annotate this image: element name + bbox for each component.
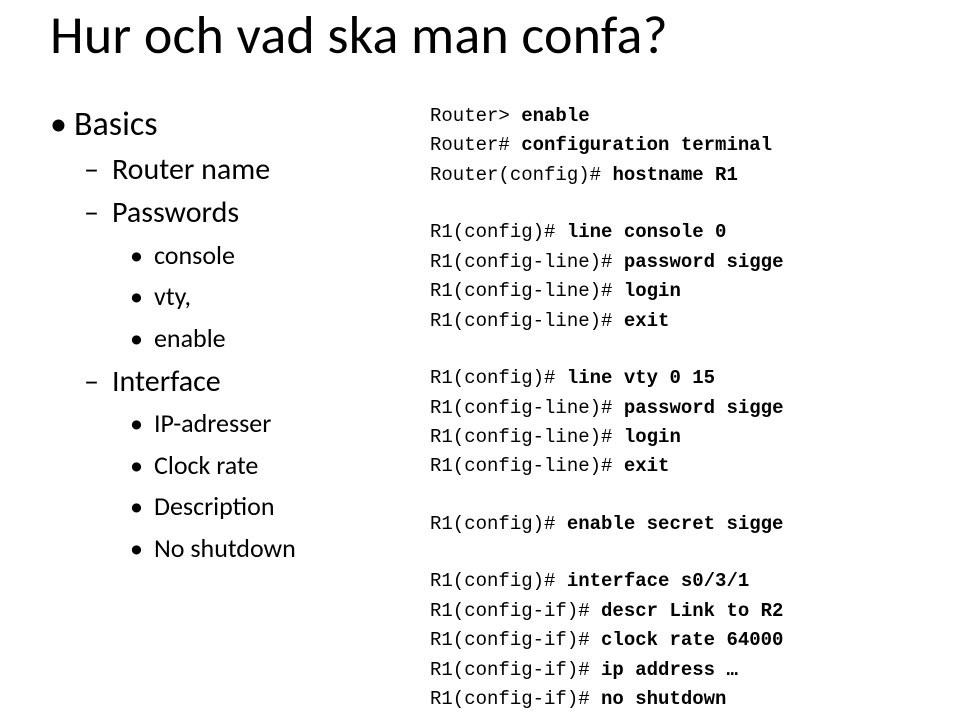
terminal-command: password sigge (624, 397, 784, 419)
terminal-block: R1(config)# interface s0/3/1 R1(config-i… (430, 567, 942, 714)
bullet-l3: console (50, 235, 420, 277)
terminal-command: interface s0/3/1 (567, 570, 749, 592)
terminal-prompt: R1(config-line)# (430, 310, 624, 332)
bullet-l2: Passwords (50, 191, 420, 235)
bullet-l3: Description (50, 486, 420, 528)
terminal-prompt: R1(config-if)# (430, 688, 601, 710)
terminal-prompt: Router> (430, 105, 521, 127)
terminal-command: line vty 0 15 (567, 367, 715, 389)
terminal-command: hostname R1 (612, 164, 737, 186)
content-columns: Basics Router name Passwords console vty… (50, 102, 942, 714)
bullet-l2: Router name (50, 148, 420, 192)
bullet-l3: vty, (50, 276, 420, 318)
terminal-block: Router> enable Router# configuration ter… (430, 102, 942, 190)
bullet-l3: No shutdown (50, 528, 420, 570)
terminal-prompt: R1(config)# (430, 570, 567, 592)
terminal-block: R1(config)# line vty 0 15 R1(config-line… (430, 364, 942, 482)
slide: Hur och vad ska man confa? Basics Router… (0, 0, 960, 718)
terminal-prompt: R1(config-if)# (430, 629, 601, 651)
terminal-command: exit (624, 455, 670, 477)
terminal-block: R1(config)# line console 0 R1(config-lin… (430, 218, 942, 336)
terminal-command: enable secret sigge (567, 513, 784, 535)
terminal-command: enable (521, 105, 589, 127)
terminal-command: login (624, 280, 681, 302)
terminal-prompt: R1(config-line)# (430, 397, 624, 419)
terminal-command: password sigge (624, 251, 784, 273)
terminal-prompt: R1(config-line)# (430, 280, 624, 302)
terminal-command: clock rate 64000 (601, 629, 783, 651)
terminal-command: configuration terminal (521, 134, 772, 156)
terminal-prompt: R1(config-line)# (430, 455, 624, 477)
bullet-l2: Interface (50, 360, 420, 404)
bullet-l3: IP-adresser (50, 403, 420, 445)
terminal-column: Router> enable Router# configuration ter… (420, 102, 942, 714)
terminal-block: R1(config)# enable secret sigge (430, 510, 942, 539)
terminal-prompt: Router(config)# (430, 164, 612, 186)
bullet-l1: Basics (50, 102, 420, 148)
terminal-command: descr Link to R2 (601, 600, 783, 622)
slide-title: Hur och vad ska man confa? (50, 0, 942, 68)
terminal-command: login (624, 426, 681, 448)
terminal-prompt: Router# (430, 134, 521, 156)
terminal-command: exit (624, 310, 670, 332)
terminal-command: no shutdown (601, 688, 726, 710)
terminal-prompt: R1(config-if)# (430, 600, 601, 622)
terminal-command: line console 0 (567, 221, 727, 243)
bullet-column: Basics Router name Passwords console vty… (50, 102, 420, 714)
terminal-prompt: R1(config)# (430, 221, 567, 243)
terminal-output: Router> enable Router# configuration ter… (430, 102, 942, 714)
terminal-prompt: R1(config-if)# (430, 659, 601, 681)
terminal-command: ip address … (601, 659, 738, 681)
terminal-prompt: R1(config)# (430, 367, 567, 389)
bullet-list: Basics Router name Passwords console vty… (50, 102, 420, 570)
bullet-l3: Clock rate (50, 445, 420, 487)
terminal-prompt: R1(config)# (430, 513, 567, 535)
terminal-prompt: R1(config-line)# (430, 251, 624, 273)
bullet-l3: enable (50, 318, 420, 360)
terminal-prompt: R1(config-line)# (430, 426, 624, 448)
